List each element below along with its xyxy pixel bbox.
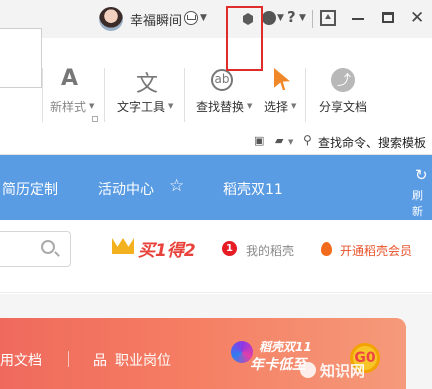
chevron-down-icon[interactable]: ▼ <box>291 102 296 110</box>
crown-badge-icon[interactable] <box>184 11 198 25</box>
divider <box>184 68 185 122</box>
open-vip-link[interactable]: 开通稻壳会员 <box>340 242 412 259</box>
nav-banner <box>0 155 432 220</box>
search-icon[interactable] <box>41 240 55 254</box>
chevron-down-icon[interactable]: ▼ <box>247 102 252 110</box>
share-doc-button[interactable]: 分享文档 <box>319 98 367 115</box>
command-search-input[interactable]: 查找命令、搜索模板 <box>318 134 426 151</box>
refresh-button[interactable]: 刷新 <box>412 187 432 219</box>
comment-icon[interactable]: ▰ <box>275 134 283 147</box>
maximize-icon[interactable] <box>382 12 394 23</box>
my-shell-link[interactable]: 我的稻壳 <box>246 242 294 259</box>
chevron-down-icon[interactable]: ▼ <box>89 102 94 110</box>
notification-badge[interactable]: 1 <box>222 241 237 256</box>
close-icon[interactable]: ✕ <box>410 8 424 28</box>
divider <box>42 68 43 122</box>
divider <box>305 68 306 122</box>
promo-tag-top[interactable]: 稻壳双11 <box>259 338 312 355</box>
skin-icon[interactable] <box>262 11 276 25</box>
search-icon[interactable]: ⚲ <box>303 133 312 147</box>
chevron-down-icon[interactable]: ▼ <box>277 13 284 23</box>
star-icon: ☆ <box>169 176 185 196</box>
divider <box>104 68 105 122</box>
refresh-icon[interactable]: ↻ <box>415 166 428 184</box>
expand-icon[interactable] <box>92 116 98 122</box>
promo-buy-one-get-two[interactable]: 买1得2 <box>138 236 196 261</box>
watermark-text: 知识网 <box>320 362 366 380</box>
minimize-icon[interactable] <box>352 18 364 20</box>
chevron-down-icon[interactable]: ▼ <box>168 102 173 110</box>
text-tools-button[interactable]: 文字工具 <box>117 98 165 115</box>
highlight-box <box>226 6 263 71</box>
banner-docs-link[interactable]: 用文档 <box>0 350 42 370</box>
chevron-down-icon[interactable]: ▼ <box>200 13 207 23</box>
new-style-button[interactable]: 新样式 <box>50 98 86 115</box>
style-gallery[interactable] <box>0 28 42 88</box>
chevron-down-icon[interactable]: ▼ <box>299 13 306 23</box>
divider <box>312 10 313 28</box>
watermark-logo-icon <box>300 362 316 378</box>
search-input[interactable] <box>0 231 71 267</box>
help-icon[interactable]: ? <box>287 8 296 26</box>
video-icon[interactable]: ▣ <box>254 134 264 147</box>
select-button[interactable]: 选择 <box>264 98 288 115</box>
title-bar <box>0 0 432 38</box>
find-replace-button[interactable]: 查找替换 <box>196 98 244 115</box>
nav-activity-center[interactable]: 活动中心 <box>98 179 154 199</box>
promo-tag-bottom[interactable]: 年卡低至 <box>250 354 306 374</box>
divider <box>68 351 69 367</box>
chevron-down-icon[interactable]: ▼ <box>288 138 293 146</box>
nav-resume[interactable]: 简历定制 <box>2 179 58 199</box>
org-chart-icon: 品 <box>93 353 107 369</box>
text-tools-icon[interactable]: 文 <box>136 66 158 98</box>
banner-jobs-link[interactable]: 职业岗位 <box>115 350 171 370</box>
share-icon[interactable] <box>331 68 355 92</box>
flame-icon <box>321 242 332 256</box>
new-style-icon[interactable]: A <box>61 66 78 91</box>
username[interactable]: 幸福瞬间 <box>130 10 182 29</box>
find-replace-icon[interactable]: ab <box>211 69 233 91</box>
upload-icon[interactable] <box>320 10 336 26</box>
avatar[interactable] <box>99 7 123 31</box>
nav-shell-sale[interactable]: 稻壳双11 <box>223 179 283 199</box>
